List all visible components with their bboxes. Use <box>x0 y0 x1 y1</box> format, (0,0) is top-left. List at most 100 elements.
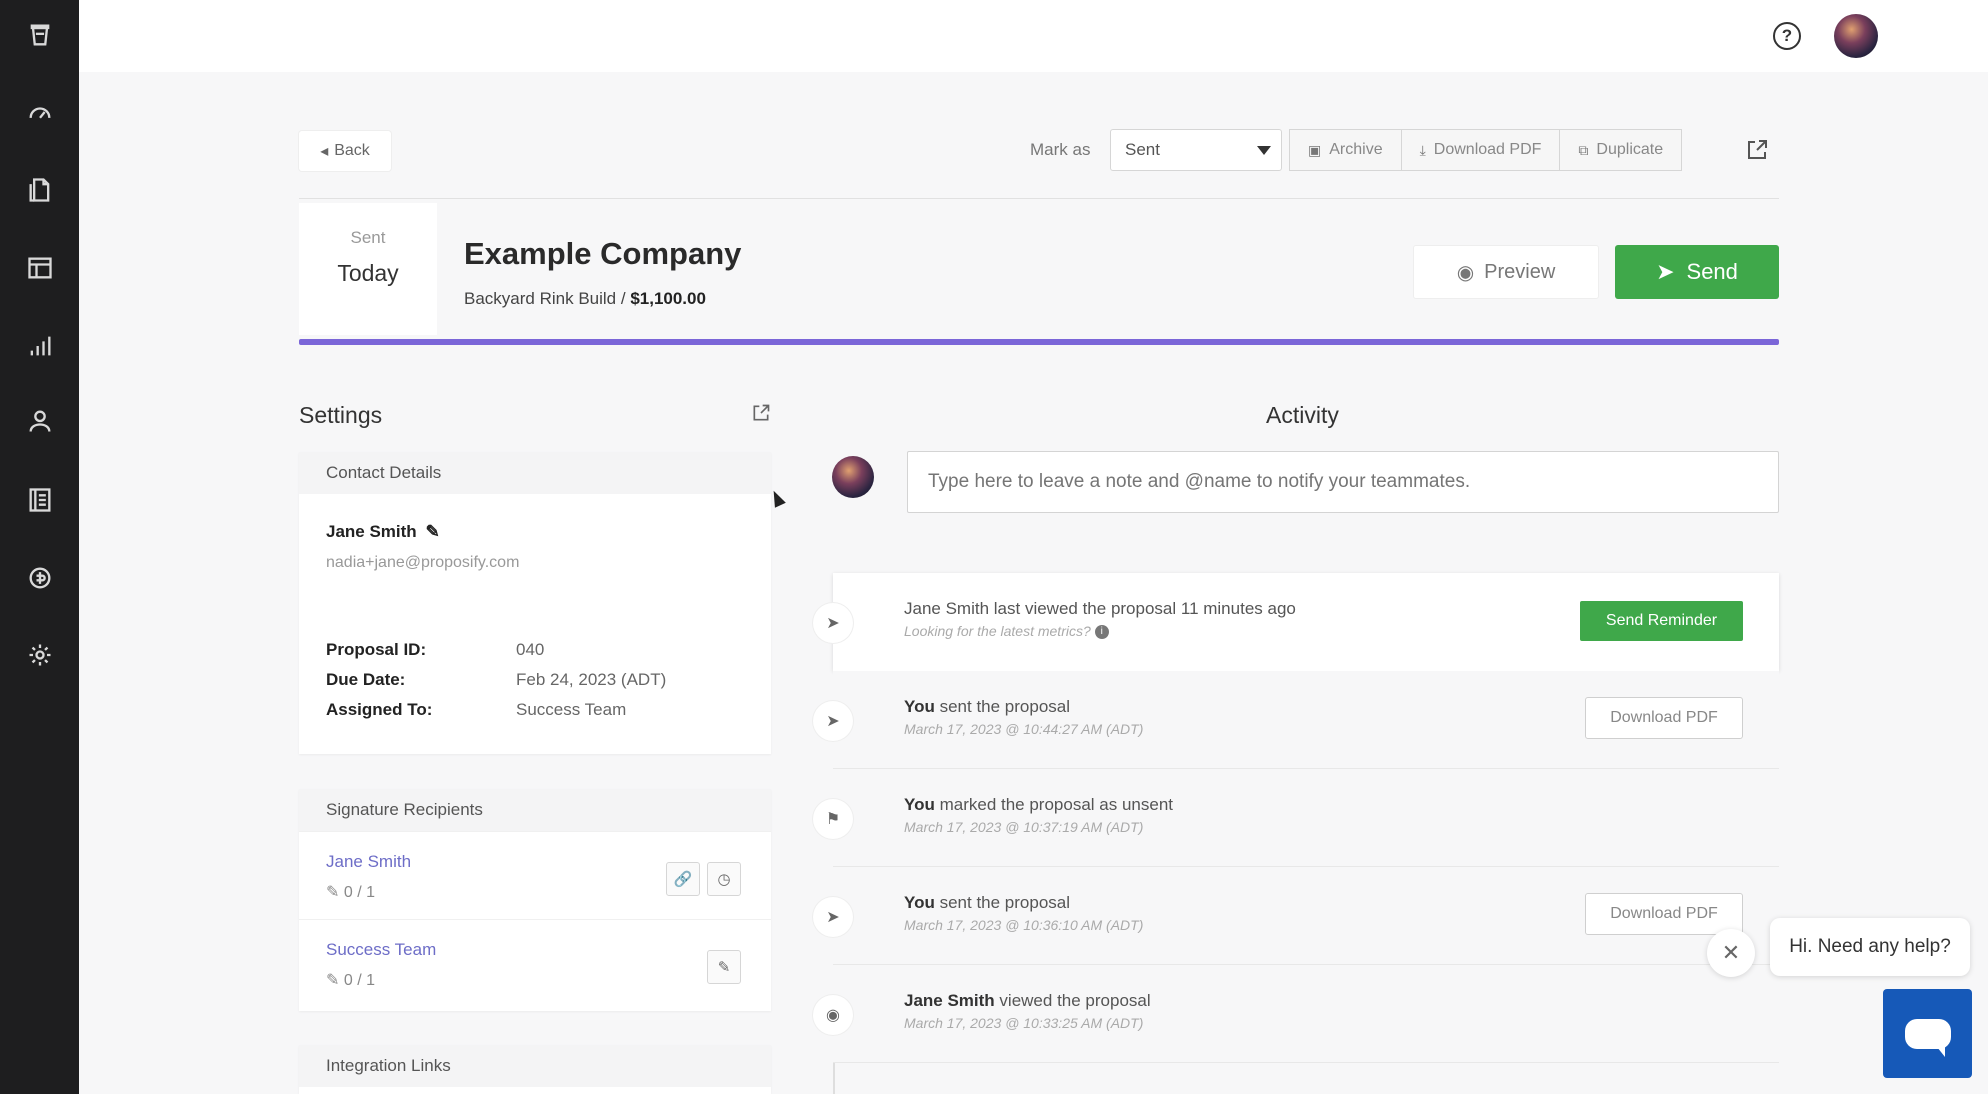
top-bar <box>79 0 1988 72</box>
send-arrow-icon: ➤ <box>1656 259 1675 284</box>
toolbar-divider <box>299 198 1779 199</box>
analytics-icon[interactable] <box>22 328 58 364</box>
activity-text: Jane Smith last viewed the proposal 11 m… <box>904 599 1296 619</box>
external-link-icon[interactable] <box>1745 138 1769 162</box>
contact-name: Jane Smith ✎ <box>326 522 440 542</box>
table-icon[interactable] <box>22 250 58 286</box>
signature-count-text: 0 / 1 <box>343 972 375 989</box>
signature-pen-icon: ✎ <box>326 972 340 989</box>
logo-cup-icon[interactable] <box>22 17 58 53</box>
activity-text: Jane Smith viewed the proposal <box>904 991 1151 1011</box>
download-pdf-label: Download PDF <box>1433 141 1542 158</box>
mark-as-value: Sent <box>1125 140 1160 159</box>
duplicate-icon: ⧉ <box>1578 141 1589 158</box>
proposal-id-label: Proposal ID: <box>326 640 427 659</box>
activity-actor: Jane Smith <box>904 991 995 1010</box>
status-box: Sent Today <box>299 203 437 335</box>
back-button[interactable]: ◂ Back <box>299 131 391 171</box>
copy-link-button[interactable]: 🔗 <box>666 862 700 896</box>
activity-item: ➤ Jane Smith last viewed the proposal 11… <box>813 573 1779 671</box>
activity-actor: You <box>904 893 935 912</box>
preview-button[interactable]: ◉ Preview <box>1413 245 1599 299</box>
eye-icon: ◉ <box>1456 261 1475 284</box>
signature-pen-icon: ✎ <box>326 884 340 901</box>
user-avatar[interactable] <box>1834 14 1878 58</box>
proposal-amount: $1,100.00 <box>630 289 706 308</box>
recipient-signature-count: ✎ 0 / 1 <box>326 882 375 902</box>
activity-description: sent the proposal <box>934 893 1071 912</box>
chat-bubble-icon <box>1904 1018 1951 1057</box>
signature-recipients-panel: Signature Recipients Jane Smith ✎ 0 / 1 … <box>299 789 771 1011</box>
mark-as-label: Mark as <box>1030 140 1091 159</box>
recipient-signature-count: ✎ 0 / 1 <box>326 970 375 990</box>
mark-as-select[interactable]: Sent <box>1110 129 1282 171</box>
question-circle-icon[interactable]: ? <box>1773 22 1801 50</box>
duplicate-button[interactable]: ⧉ Duplicate <box>1559 129 1683 171</box>
activity-subtext: Looking for the latest metrics? i <box>904 623 1109 640</box>
activity-description: viewed the proposal <box>994 991 1151 1010</box>
send-button[interactable]: ➤ Send <box>1615 245 1779 299</box>
recipient-name-link[interactable]: Success Team <box>326 940 436 960</box>
download-pdf-button[interactable]: ⤓ Download PDF <box>1400 129 1561 171</box>
list-item: Success Team ✎ 0 / 1 ✎ <box>299 919 771 1007</box>
caret-left-icon: ◂ <box>320 143 329 160</box>
download-pdf-button[interactable]: Download PDF <box>1585 697 1743 739</box>
status-label: Sent <box>350 228 386 247</box>
contacts-icon[interactable] <box>22 403 58 439</box>
library-icon[interactable] <box>22 482 58 518</box>
activity-text: You sent the proposal <box>904 697 1070 717</box>
dashboard-gauge-icon[interactable] <box>22 94 58 130</box>
settings-gear-icon[interactable] <box>22 637 58 673</box>
documents-icon[interactable] <box>22 172 58 208</box>
link-icon: 🔗 <box>673 871 693 888</box>
pencil-icon[interactable]: ✎ <box>425 522 439 541</box>
assigned-to-label: Assigned To: <box>326 700 433 719</box>
archive-button[interactable]: ▣ Archive <box>1289 129 1402 171</box>
chat-greeting[interactable]: Hi. Need any help? <box>1770 918 1970 976</box>
activity-hint: Looking for the latest metrics? <box>904 623 1091 639</box>
activity-timestamp: March 17, 2023 @ 10:33:25 AM (ADT) <box>904 1015 1144 1031</box>
activity-item: ⚑ You marked the proposal as unsent Marc… <box>813 769 1779 867</box>
download-pdf-button[interactable]: Download PDF <box>1585 893 1743 935</box>
contact-email: nadia+jane@proposify.com <box>326 554 520 571</box>
pencil-icon: ✎ <box>717 959 731 976</box>
history-button[interactable]: ◷ <box>707 862 741 896</box>
info-icon[interactable]: i <box>1094 625 1109 640</box>
activity-timestamp: March 17, 2023 @ 10:37:19 AM (ADT) <box>904 819 1144 835</box>
proposal-subtitle: Backyard Rink Build / $1,100.00 <box>464 289 706 309</box>
due-date-value: Feb 24, 2023 (ADT) <box>516 670 667 689</box>
send-arrow-icon: ➤ <box>813 701 853 741</box>
activity-item: ➤ You sent the proposal March 17, 2023 @… <box>813 867 1779 965</box>
activity-heading: Activity <box>1266 402 1339 428</box>
recipient-name-link[interactable]: Jane Smith <box>326 852 411 872</box>
edit-recipient-button[interactable]: ✎ <box>707 950 741 984</box>
flag-icon: ⚑ <box>813 799 853 839</box>
due-date-label: Due Date: <box>326 670 406 689</box>
activity-item: ◉ Jane Smith viewed the proposal March 1… <box>813 965 1779 1063</box>
activity-description: sent the proposal <box>934 697 1071 716</box>
chat-launcher-button[interactable] <box>1883 989 1972 1078</box>
contact-name-text: Jane Smith <box>326 522 417 541</box>
archive-icon: ▣ <box>1308 141 1322 158</box>
signature-count-text: 0 / 1 <box>343 884 375 901</box>
list-item: Jane Smith ✎ 0 / 1 🔗 ◷ <box>299 831 771 919</box>
sidebar <box>0 0 79 1094</box>
action-button-group: ▣ Archive ⤓ Download PDF ⧉ Duplicate <box>1289 129 1683 171</box>
send-reminder-button[interactable]: Send Reminder <box>1580 601 1743 641</box>
clock-icon: ◷ <box>717 871 731 888</box>
contact-details-panel: Contact Details Jane Smith ✎ nadia+jane@… <box>299 452 771 754</box>
send-arrow-icon: ➤ <box>813 603 853 643</box>
edit-settings-icon[interactable] <box>751 403 771 423</box>
duplicate-label: Duplicate <box>1596 141 1664 158</box>
close-icon[interactable]: ✕ <box>1707 929 1755 977</box>
activity-description: last viewed the proposal 11 minutes ago <box>989 599 1296 618</box>
billing-icon[interactable] <box>22 560 58 596</box>
signature-recipients-heading: Signature Recipients <box>299 789 771 831</box>
send-label: Send <box>1686 259 1738 284</box>
integration-links-heading: Integration Links <box>299 1045 771 1087</box>
integration-links-panel: Integration Links <box>299 1045 771 1094</box>
project-name: Backyard Rink Build / <box>464 289 626 308</box>
activity-text: You sent the proposal <box>904 893 1070 913</box>
status-value: Today <box>337 260 399 286</box>
note-input[interactable] <box>907 451 1779 513</box>
